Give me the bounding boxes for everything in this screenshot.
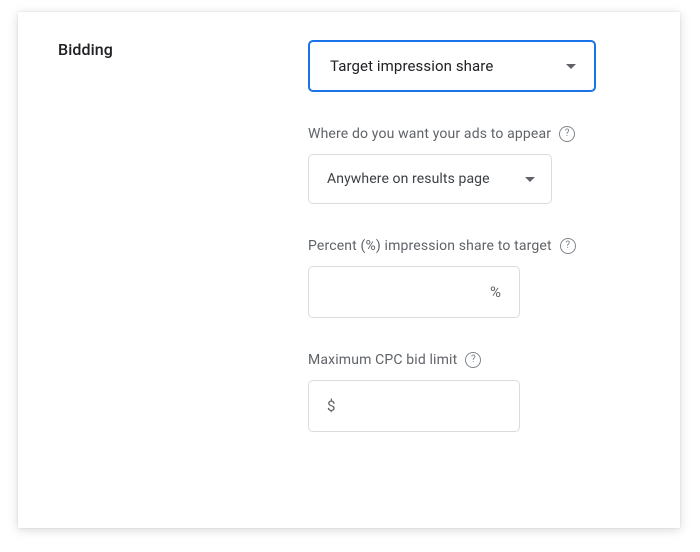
currency-prefix: $ bbox=[327, 397, 335, 415]
percent-target-label: Percent (%) impression share to target bbox=[308, 238, 552, 254]
percent-target-label-row: Percent (%) impression share to target ? bbox=[308, 238, 640, 254]
percent-suffix: % bbox=[490, 283, 501, 301]
bidding-strategy-select[interactable]: Target impression share bbox=[308, 40, 596, 92]
percent-target-group: Percent (%) impression share to target ?… bbox=[308, 238, 640, 318]
bidding-strategy-selected: Target impression share bbox=[330, 57, 493, 75]
max-cpc-label-row: Maximum CPC bid limit ? bbox=[308, 352, 640, 368]
caret-down-icon bbox=[525, 177, 535, 182]
help-icon[interactable]: ? bbox=[465, 352, 481, 368]
left-column: Bidding bbox=[58, 40, 308, 500]
caret-down-icon bbox=[566, 64, 576, 69]
max-cpc-label: Maximum CPC bid limit bbox=[308, 352, 457, 368]
bidding-card: Bidding Target impression share Where do… bbox=[18, 12, 680, 528]
max-cpc-input[interactable] bbox=[341, 398, 501, 415]
help-icon[interactable]: ? bbox=[559, 126, 575, 142]
percent-target-input[interactable] bbox=[327, 284, 484, 301]
percent-target-input-box[interactable]: % bbox=[308, 266, 520, 318]
ad-location-select[interactable]: Anywhere on results page bbox=[308, 154, 552, 204]
section-title: Bidding bbox=[58, 40, 308, 59]
ad-location-group: Where do you want your ads to appear ? A… bbox=[308, 126, 640, 204]
help-icon[interactable]: ? bbox=[560, 238, 576, 254]
ad-location-label: Where do you want your ads to appear bbox=[308, 126, 551, 142]
max-cpc-group: Maximum CPC bid limit ? $ bbox=[308, 352, 640, 432]
ad-location-selected: Anywhere on results page bbox=[327, 171, 490, 187]
right-column: Target impression share Where do you wan… bbox=[308, 40, 640, 500]
max-cpc-input-box[interactable]: $ bbox=[308, 380, 520, 432]
ad-location-label-row: Where do you want your ads to appear ? bbox=[308, 126, 640, 142]
